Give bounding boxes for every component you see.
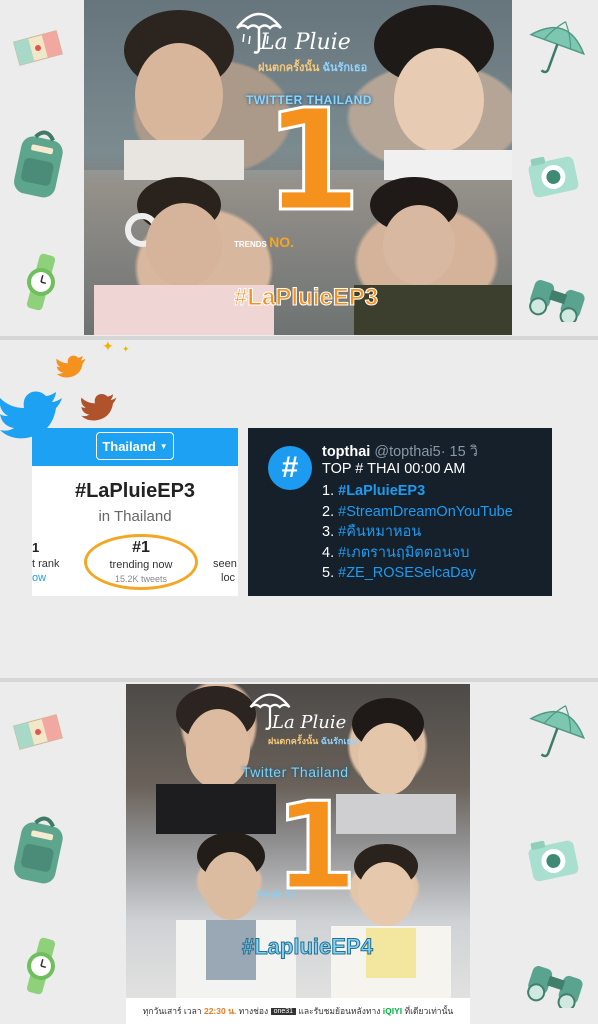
poster-top: La Pluie ฝนตกครั้งนั้น ฉันรักเธอ TWITTER… — [84, 0, 512, 335]
left-stat-sub[interactable]: ow — [32, 572, 46, 584]
sparkle-icon: ✦ — [102, 338, 114, 354]
trend-list-item: 2. #StreamDreamOnYouTube — [322, 503, 513, 520]
right-stat-label: seen — [213, 558, 237, 570]
hashtag-avatar-icon[interactable]: # — [268, 446, 312, 490]
logo-text: La Pluie — [272, 712, 347, 733]
camera-icon — [528, 156, 579, 198]
backpack-icon — [14, 130, 63, 198]
trends-no-label: TRENDS NO. — [234, 234, 295, 250]
trend-link[interactable]: #เภตรานฤมิตตอนจบ — [338, 545, 469, 561]
trend-link[interactable]: #คืนหมาหอน — [338, 524, 421, 540]
tweet-count: 15.2K tweets — [114, 574, 168, 584]
tweet-time: · 15 วิ — [440, 444, 478, 460]
trend-link[interactable]: #LaPluieEP3 — [338, 483, 425, 499]
backpack-icon — [14, 816, 63, 884]
trend-list-item: 3. #คืนหมาหอน — [322, 524, 422, 540]
trend-list-item: 4. #เภตรานฤมิตตอนจบ — [322, 544, 470, 561]
section-divider — [0, 336, 598, 340]
trend-link[interactable]: #StreamDreamOnYouTube — [338, 504, 513, 520]
trend-card: Thailand ▼ #LaPluieEP3 in Thailand 1 t r… — [32, 428, 238, 596]
right-stat-sub: loc — [221, 572, 236, 584]
country-label: Thailand — [102, 438, 156, 454]
left-stat-value: 1 — [32, 540, 40, 555]
author-name[interactable]: topthai — [322, 444, 370, 460]
caret-down-icon: ▼ — [159, 441, 168, 451]
country-dropdown[interactable]: Thailand ▼ — [96, 432, 174, 460]
channel-badge: one31 — [270, 1007, 297, 1015]
tweet-author: topthai @topthai5· 15 วิ — [322, 440, 478, 463]
umbrella-icon — [529, 705, 585, 758]
logo-thai: ฝนตกครั้งนั้น ฉันรักเธอ — [258, 62, 368, 74]
camera-icon — [528, 840, 579, 882]
left-stat-label: t rank — [32, 558, 60, 570]
twitter-bird-brown-icon — [81, 393, 117, 421]
trend-link[interactable]: #ZE_ROSESelcaDay — [338, 565, 476, 581]
trend-list: 1. #LaPluieEP3 2. #StreamDreamOnYouTube … — [322, 481, 513, 584]
watch-icon — [26, 253, 56, 311]
trend-list-item: 5. #ZE_ROSESelcaDay — [322, 565, 476, 581]
logo-thai: ฝนตกครั้งนั้น ฉันรักเธอ — [268, 736, 358, 746]
poster-hashtag: #LaPluieEP3 — [233, 284, 379, 312]
poster-bottom: La Pluie ฝนตกครั้งนั้น ฉันรักเธอ Twitter… — [126, 684, 470, 1024]
map-icon — [13, 30, 63, 66]
trend-location: in Thailand — [98, 508, 172, 525]
sparkle-small-icon: ✦ — [122, 344, 130, 354]
schedule-strip: ทุกวันเสาร์ เวลา 22:30 น. ทางช่อง one31 … — [126, 998, 470, 1024]
trend-hashtag[interactable]: #LaPluieEP3 — [32, 480, 238, 503]
rank-number: 1 — [262, 80, 362, 243]
section-divider — [0, 678, 598, 682]
binoculars-icon — [527, 966, 583, 1008]
twitter-bird-orange-icon — [56, 355, 86, 378]
topthai-tweet: # topthai @topthai5· 15 วิ TOP # THAI 00… — [248, 428, 552, 596]
watch-icon — [26, 937, 56, 995]
binoculars-icon — [529, 280, 585, 322]
umbrella-icon — [529, 21, 585, 74]
trends-no-label: Trends NO. — [256, 890, 299, 899]
trend-card-header: Thailand ▼ — [32, 428, 238, 466]
trend-rank-label: trending now — [109, 559, 173, 571]
tweet-title: TOP # THAI 00:00 AM — [322, 461, 466, 477]
author-handle: @topthai5 — [374, 444, 441, 460]
poster-hashtag: #LapluieEP4 — [242, 934, 374, 960]
trend-list-item: 1. #LaPluieEP3 — [322, 483, 426, 499]
logo-text: La Pluie — [260, 30, 351, 55]
trend-rank: #1 — [132, 539, 150, 556]
map-icon — [13, 714, 63, 750]
